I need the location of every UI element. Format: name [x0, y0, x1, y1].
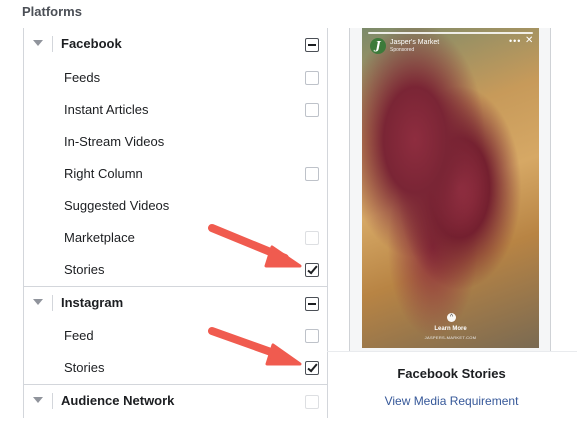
story-progress-bar [368, 32, 533, 34]
checkbox-facebook-stories[interactable] [305, 263, 319, 277]
placement-label-marketplace: Marketplace [64, 230, 135, 245]
divider [52, 393, 53, 409]
story-ad-image: J Jasper's Market Sponsored ••• ✕ ^ Lear… [362, 28, 539, 348]
divider [52, 36, 53, 52]
collapse-caret-icon[interactable] [33, 397, 43, 403]
sponsored-label: Sponsored [390, 47, 415, 53]
cta-url: JASPERS-MARKET.COM [424, 335, 477, 340]
group-audience-network[interactable]: Audience Network [24, 384, 327, 417]
view-media-requirement-link[interactable]: View Media Requirement [330, 394, 573, 408]
group-label-audience-network: Audience Network [61, 393, 175, 408]
checkbox-feeds[interactable] [305, 71, 319, 85]
checkbox-facebook-partial[interactable] [305, 38, 319, 52]
preview-divider [327, 351, 577, 352]
checkbox-instagram-partial[interactable] [305, 297, 319, 311]
group-label-facebook: Facebook [61, 36, 122, 51]
platforms-heading: Platforms [22, 4, 82, 19]
checkbox-marketplace[interactable] [305, 231, 319, 245]
phone-preview: J Jasper's Market Sponsored ••• ✕ ^ Lear… [349, 28, 551, 351]
checkbox-instagram-stories[interactable] [305, 361, 319, 375]
placement-label-in-stream-videos: In-Stream Videos [64, 134, 165, 149]
placement-label-feeds: Feeds [64, 70, 101, 85]
group-label-instagram: Instagram [61, 295, 124, 310]
checkbox-audience-network[interactable] [305, 395, 319, 409]
learn-more-cta[interactable]: Learn More [362, 326, 539, 332]
checkbox-instagram-feed[interactable] [305, 329, 319, 343]
group-facebook[interactable]: Facebook [24, 28, 327, 60]
checkbox-instant-articles[interactable] [305, 103, 319, 117]
divider [52, 295, 53, 311]
close-icon[interactable]: ✕ [525, 35, 533, 46]
placement-label-suggested-videos: Suggested Videos [64, 198, 170, 213]
swipe-up-icon: ^ [447, 313, 456, 322]
placement-label-right-column: Right Column [64, 166, 143, 181]
preview-title: Facebook Stories [397, 366, 506, 381]
collapse-caret-icon[interactable] [33, 299, 43, 305]
placement-label-facebook-stories: Stories [64, 262, 105, 277]
checkbox-right-column[interactable] [305, 167, 319, 181]
placement-label-instagram-stories: Stories [64, 360, 105, 375]
brand-name: Jasper's Market [390, 39, 440, 46]
more-options-icon[interactable]: ••• [509, 36, 521, 46]
brand-avatar: J [370, 38, 386, 54]
platform-list: Facebook Feeds Instant Articles In-Strea… [23, 28, 328, 418]
story-header: J Jasper's Market Sponsored ••• ✕ [362, 28, 539, 58]
group-instagram[interactable]: Instagram [24, 286, 327, 319]
collapse-caret-icon[interactable] [33, 40, 43, 46]
placement-label-instant-articles: Instant Articles [64, 102, 149, 117]
placement-label-instagram-feed: Feed [64, 328, 94, 343]
